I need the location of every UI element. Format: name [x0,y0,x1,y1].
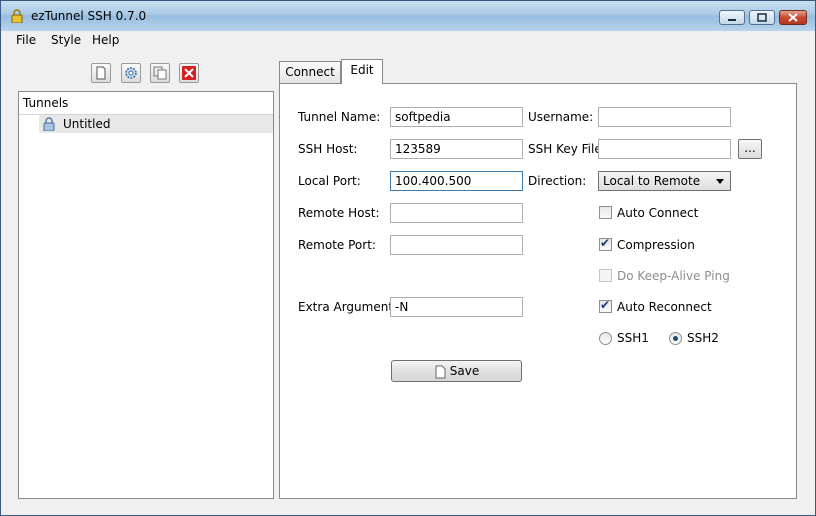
radio-selected-icon [673,336,678,341]
copy-tunnel-button[interactable] [150,63,170,83]
delete-icon [182,66,196,80]
direction-select[interactable]: Local to Remote [598,171,731,191]
keepalive-label: Do Keep-Alive Ping [617,269,730,283]
settings-button[interactable] [121,63,141,83]
menu-help[interactable]: Help [92,33,119,47]
tunnel-name-input[interactable]: softpedia [390,107,523,127]
remote-port-label: Remote Port: [298,238,376,252]
local-port-input[interactable]: 100.400.500 [390,171,523,191]
ssh-key-file-label: SSH Key File: [528,142,606,156]
remote-host-label: Remote Host: [298,206,380,220]
save-button[interactable]: Save [391,360,522,382]
minimize-icon [728,19,736,21]
tab-edit-label: Edit [350,63,374,77]
remote-host-input[interactable] [390,203,523,223]
compression-checkbox[interactable]: ✔ [599,236,612,251]
keepalive-checkbox[interactable] [599,269,612,282]
tree-item-label: Untitled [63,117,111,131]
tab-connect[interactable]: Connect [279,61,341,83]
ssh1-radio[interactable] [599,332,612,345]
checkmark-icon: ✔ [600,298,611,312]
tree-header[interactable]: Tunnels [19,92,273,115]
chevron-down-icon [716,179,724,184]
username-label: Username: [528,110,594,124]
checkmark-icon: ✔ [600,236,611,250]
delete-tunnel-button[interactable] [179,63,199,83]
menu-style[interactable]: Style [51,33,81,47]
auto-reconnect-label: Auto Reconnect [617,300,712,314]
lock-icon [43,117,55,131]
new-document-icon [96,66,106,80]
remote-port-input[interactable] [390,235,523,255]
title-bar[interactable]: ezTunnel SSH 0.7.0 [1,1,815,31]
window-title: ezTunnel SSH 0.7.0 [31,9,147,23]
lock-icon [11,9,23,23]
extra-arguments-input[interactable]: -N [390,297,523,317]
compression-label: Compression [617,238,695,252]
direction-label: Direction: [528,174,587,188]
local-port-label: Local Port: [298,174,361,188]
app-window: ezTunnel SSH 0.7.0 File Style Help Tunne… [0,0,816,516]
copy-icon [153,66,167,80]
tree-item-untitled[interactable]: Untitled [39,115,273,133]
ssh2-label: SSH2 [687,331,719,345]
menu-bar: File Style Help [1,31,815,49]
tunnel-name-label: Tunnel Name: [298,110,381,124]
close-icon [788,13,798,22]
maximize-icon [757,13,767,22]
document-icon [435,365,446,378]
ssh1-label: SSH1 [617,331,649,345]
tree-header-label: Tunnels [23,96,69,110]
menu-file[interactable]: File [16,33,36,47]
close-button[interactable] [779,10,807,25]
save-button-label: Save [449,364,480,378]
direction-select-value: Local to Remote [603,174,701,188]
browse-key-file-button[interactable]: ... [738,139,762,159]
auto-connect-checkbox[interactable] [599,206,612,219]
tab-connect-label: Connect [285,65,335,79]
maximize-button[interactable] [749,10,775,25]
new-tunnel-button[interactable] [91,63,111,83]
auto-connect-label: Auto Connect [617,206,699,220]
ssh-host-input[interactable]: 123589 [390,139,523,159]
extra-arguments-label: Extra Arguments: [298,300,404,314]
tab-edit[interactable]: Edit [341,59,383,84]
ssh-key-file-input[interactable] [598,139,731,159]
username-input[interactable] [598,107,731,127]
gear-icon [125,67,137,79]
tunnel-list-pane: Tunnels Untitled [1,49,277,515]
tunnel-tree[interactable]: Tunnels Untitled [18,91,274,499]
auto-reconnect-checkbox[interactable]: ✔ [599,298,612,313]
ssh-host-label: SSH Host: [298,142,358,156]
ssh2-radio[interactable] [669,332,682,345]
minimize-button[interactable] [719,10,745,25]
